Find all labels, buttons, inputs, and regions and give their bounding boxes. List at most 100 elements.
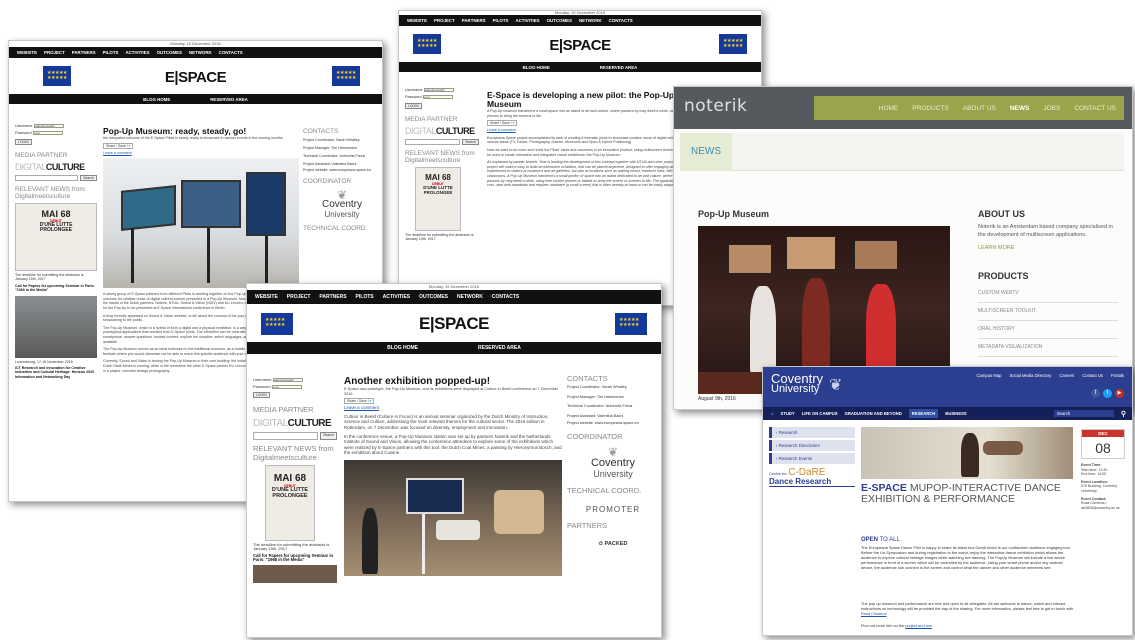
share-button[interactable]: Share / Save f ♥ xyxy=(487,120,518,127)
nav-project[interactable]: PROJECT xyxy=(287,294,311,300)
login-button[interactable]: LOGIN xyxy=(405,103,422,109)
nav-project[interactable]: PROJECT xyxy=(44,50,65,55)
nav-pilots[interactable]: PILOTS xyxy=(103,50,119,55)
nav-contacts[interactable]: CONTACTS xyxy=(219,50,243,55)
nav-partners[interactable]: PARTNERS xyxy=(462,18,486,23)
blog-home-link[interactable]: BLOG HOME xyxy=(143,97,170,102)
contact-us-link[interactable]: Contact Us xyxy=(1082,373,1103,378)
nav-outcomes[interactable]: OUTCOMES xyxy=(419,294,448,300)
reserved-area-link[interactable]: RESERVED AREA xyxy=(600,65,638,70)
news-link-1[interactable]: Call for Papers for upcoming Seminar in … xyxy=(253,553,337,563)
share-button[interactable]: Share / Save f ♥ xyxy=(103,142,134,149)
learn-more-link[interactable]: LEARN MORE xyxy=(978,245,1118,251)
home-icon[interactable]: ⌂ xyxy=(771,411,774,416)
nav-network[interactable]: NETWORK xyxy=(579,18,602,23)
nav-network[interactable]: NETWORK xyxy=(189,50,212,55)
nav-pilots[interactable]: PILOTS xyxy=(493,18,509,23)
event-photo[interactable] xyxy=(861,427,1073,479)
news-image-1[interactable]: MAI 68 DEBUT D'UNE LUTTE PROLONGEE xyxy=(265,465,315,541)
search-input[interactable] xyxy=(405,139,461,145)
youtube-icon[interactable]: ▶ xyxy=(1115,389,1124,398)
menu-research-events[interactable]: ‹ Research Events xyxy=(769,453,855,464)
nav-pilots[interactable]: PILOTS xyxy=(356,294,374,300)
espace-logo[interactable]: E|SPACE xyxy=(549,37,611,54)
product-custom-webtv[interactable]: CUSTOM WEBTV xyxy=(978,285,1118,303)
username-input[interactable]: valentina.bachi xyxy=(423,88,454,92)
nav-contact-us[interactable]: CONTACT US xyxy=(1074,105,1116,112)
reserved-area-link[interactable]: RESERVED AREA xyxy=(210,97,248,102)
nav-life-on-campus[interactable]: LIFE ON CAMPUS xyxy=(802,411,838,416)
password-input[interactable]: •••••• xyxy=(271,384,302,389)
nav-activities[interactable]: ACTIVITIES xyxy=(383,294,411,300)
menu-research-directories[interactable]: ‹ Research Directories xyxy=(769,440,855,451)
share-button[interactable]: Share / Save f ♥ xyxy=(344,398,375,405)
menu-research[interactable]: ‹ Research xyxy=(769,427,855,438)
espace-logo[interactable]: E|SPACE xyxy=(419,314,489,334)
username-input[interactable]: valentina.bachi xyxy=(272,377,303,382)
nav-research[interactable]: RESEARCH xyxy=(908,409,939,418)
digital-culture-logo[interactable]: DIGITALCULTURE xyxy=(253,418,337,429)
blog-home-link[interactable]: BLOG HOME xyxy=(387,345,418,351)
twitter-icon[interactable]: t xyxy=(1103,389,1112,398)
nav-website[interactable]: WEBSITE xyxy=(255,294,278,300)
packed-logo[interactable]: ✿ PACKED xyxy=(567,540,659,550)
login-button[interactable]: LOGIN xyxy=(15,139,32,145)
nav-partners[interactable]: PARTNERS xyxy=(319,294,346,300)
contact-website[interactable]: Project website: www.europeana-space.eu xyxy=(303,168,381,173)
nav-products[interactable]: PRODUCTS xyxy=(912,105,948,112)
nav-activities[interactable]: ACTIVITIES xyxy=(125,50,149,55)
search-icon[interactable]: ⚲ xyxy=(1121,410,1126,418)
digital-culture-logo[interactable]: DIGITALCULTURE xyxy=(405,126,479,136)
news-link-1[interactable]: Call for Papers for upcoming Seminar in … xyxy=(15,284,97,293)
news-image-2[interactable] xyxy=(253,564,337,583)
digital-culture-logo[interactable]: DIGITALCULTURE xyxy=(15,162,97,172)
login-button[interactable]: LOGIN xyxy=(253,392,270,398)
nav-website[interactable]: WEBSITE xyxy=(407,18,427,23)
cdare-logo[interactable]: Centre for C-DaRE Dance Research xyxy=(769,468,855,487)
nav-home[interactable]: HOME xyxy=(879,105,899,112)
leave-comment-link[interactable]: Leave a comment xyxy=(344,406,562,411)
product-metadata-visualization[interactable]: METADATA VISUALIZATION xyxy=(978,339,1118,357)
leave-comment-link[interactable]: Leave a comment xyxy=(103,151,299,156)
nav-graduation[interactable]: GRADUATION AND BEYOND xyxy=(845,411,902,416)
news-link-2[interactable]: ICT Research and Innovation for Creative… xyxy=(15,366,97,379)
noterik-logo[interactable]: noterik xyxy=(684,96,747,116)
portals-link[interactable]: Portals xyxy=(1111,373,1124,378)
nav-news[interactable]: NEWS xyxy=(1010,105,1030,112)
nav-contacts[interactable]: CONTACTS xyxy=(609,18,633,23)
nav-about-us[interactable]: ABOUT US xyxy=(963,105,996,112)
nav-contacts[interactable]: CONTACTS xyxy=(492,294,519,300)
news-image-1[interactable]: MAI 68 DEBUT D'UNE LUTTE PROLONGEE xyxy=(415,167,461,231)
search-button[interactable]: Search xyxy=(80,175,97,181)
nav-outcomes[interactable]: OUTCOMES xyxy=(157,50,182,55)
nav-project[interactable]: PROJECT xyxy=(434,18,455,23)
nav-partners[interactable]: PARTNERS xyxy=(72,50,96,55)
nav-jobs[interactable]: JOBS xyxy=(1043,105,1060,112)
nav-network[interactable]: NETWORK xyxy=(457,294,483,300)
coventry-logo[interactable]: ❦ Coventry University xyxy=(567,446,659,480)
news-image-1[interactable]: MAI 68 DEBUT D'UNE LUTTE PROLONGEE xyxy=(15,203,97,271)
password-input[interactable]: •••••• xyxy=(422,95,453,99)
product-oral-history[interactable]: ORAL HISTORY xyxy=(978,321,1118,339)
find-more-link[interactable]: project and tool xyxy=(905,623,932,628)
leave-comment-link[interactable]: Leave a comment xyxy=(487,128,699,133)
nav-outcomes[interactable]: OUTCOMES xyxy=(547,18,572,23)
nav-activities[interactable]: ACTIVITIES xyxy=(515,18,539,23)
promoter-logo[interactable]: PROMOTER xyxy=(567,505,659,515)
article-photo[interactable] xyxy=(103,158,299,289)
article-photo[interactable] xyxy=(344,459,562,576)
search-field[interactable]: Search xyxy=(1053,410,1114,417)
username-input[interactable]: valentina.bachi xyxy=(33,124,64,128)
coventry-logo[interactable]: Coventry University xyxy=(771,372,823,395)
product-multiscreen-toolkit[interactable]: MULTISCREEN TOOLKIT xyxy=(978,303,1118,321)
nav-business[interactable]: BUSINESS xyxy=(945,411,966,416)
nav-study[interactable]: STUDY xyxy=(781,411,795,416)
search-button[interactable]: Search xyxy=(320,432,337,440)
contact-link[interactable]: Rosa Cisneros xyxy=(861,611,887,616)
reserved-area-link[interactable]: RESERVED AREA xyxy=(478,345,521,351)
news-image-2[interactable] xyxy=(15,295,97,358)
search-input[interactable] xyxy=(253,432,319,440)
password-input[interactable]: •••••• xyxy=(32,131,63,135)
careers-link[interactable]: Careers xyxy=(1059,373,1074,378)
coventry-logo[interactable]: ❦ Coventry University xyxy=(303,189,381,220)
